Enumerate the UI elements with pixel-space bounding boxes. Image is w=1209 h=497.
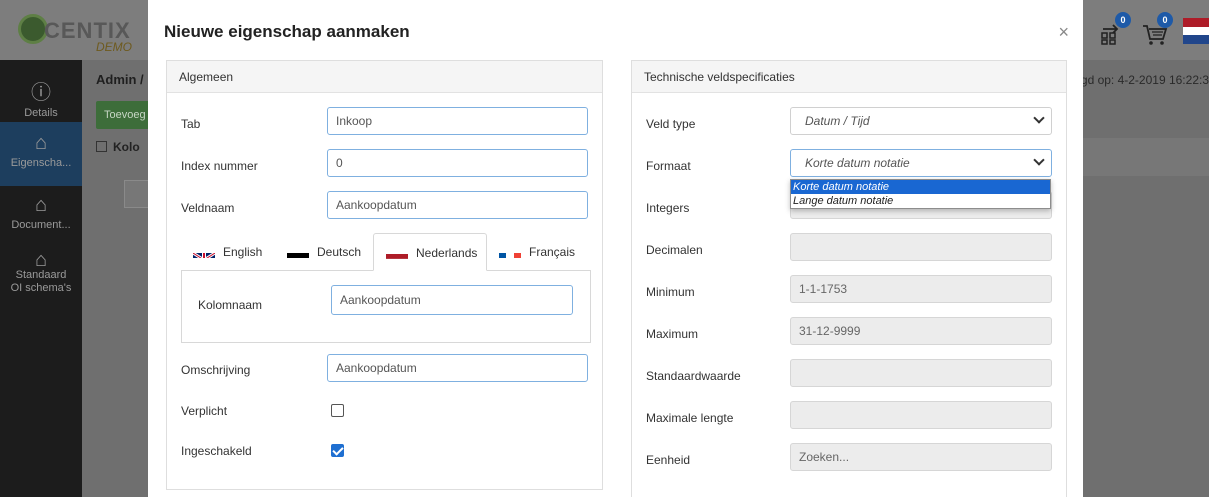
eenheid-search-input[interactable]: Zoeken... bbox=[790, 443, 1052, 471]
technical-panel: Technische veldspecificaties Veld type D… bbox=[631, 60, 1067, 497]
modal-title: Nieuwe eigenschap aanmaken bbox=[164, 22, 410, 41]
breadcrumb[interactable]: Admin / bbox=[96, 72, 144, 87]
column-checkbox[interactable] bbox=[96, 141, 107, 152]
veldnaam-label: Veldnaam bbox=[181, 201, 235, 215]
tab-english-label: English bbox=[223, 245, 263, 259]
add-button[interactable]: Toevoeg bbox=[96, 101, 156, 129]
tab-francais-label: Français bbox=[529, 245, 576, 259]
tab-nederlands-label: Nederlands bbox=[416, 246, 478, 260]
de-flag-icon bbox=[287, 244, 309, 258]
formaat-value: Korte datum notatie bbox=[805, 156, 910, 170]
language-tab-content: Kolomnaam Aankoopdatum bbox=[181, 270, 591, 343]
standaardwaarde-label: Standaardwaarde bbox=[646, 369, 741, 383]
uk-flag-icon bbox=[193, 244, 215, 258]
cart-badge: 0 bbox=[1157, 12, 1173, 28]
formaat-dropdown-list: Korte datum notatie Lange datum notatie bbox=[790, 179, 1051, 209]
index-input[interactable]: 0 bbox=[327, 149, 588, 177]
tab-deutsch[interactable]: Deutsch bbox=[287, 233, 379, 271]
table-header-strip bbox=[1065, 138, 1209, 176]
language-flag-icon[interactable] bbox=[1183, 18, 1209, 44]
tab-deutsch-label: Deutsch bbox=[317, 245, 362, 259]
formaat-option-lange[interactable]: Lange datum notatie bbox=[791, 194, 1050, 208]
sidebar-item-label: Standaard OI schema's bbox=[10, 269, 72, 294]
close-icon[interactable]: × bbox=[1058, 22, 1069, 43]
veldnaam-input[interactable]: Aankoopdatum bbox=[327, 191, 588, 219]
sidebar-item-label: Eigenscha... bbox=[10, 157, 72, 169]
ingeschakeld-label: Ingeschakeld bbox=[181, 444, 252, 458]
chevron-down-icon bbox=[1033, 154, 1045, 166]
tab-nederlands[interactable]: Nederlands bbox=[373, 233, 487, 271]
sidebar-item-standaard-oi[interactable]: ⌂ Standaard OI schema's bbox=[0, 249, 82, 332]
formaat-select[interactable]: Korte datum notatie bbox=[790, 149, 1052, 177]
integers-label: Integers bbox=[646, 201, 690, 215]
column-label: Kolo bbox=[113, 140, 140, 154]
sidebar-item-details[interactable]: ⓘ Details bbox=[0, 70, 82, 122]
scan-badge: 0 bbox=[1115, 12, 1131, 28]
minimum-input: 1-1-1753 bbox=[790, 275, 1052, 303]
decimalen-input bbox=[790, 233, 1052, 261]
maximum-input: 31-12-9999 bbox=[790, 317, 1052, 345]
technical-panel-heading: Technische veldspecificaties bbox=[632, 61, 1066, 93]
tag-icon: ⌂ bbox=[34, 194, 48, 216]
general-panel-heading: Algemeen bbox=[167, 61, 602, 93]
scan-icon[interactable]: 0 bbox=[1099, 12, 1131, 46]
tag-icon: ⌂ bbox=[34, 249, 48, 271]
eenheid-label: Eenheid bbox=[646, 453, 691, 467]
standaardwaarde-input bbox=[790, 359, 1052, 387]
column-checkbox-row[interactable]: Kolo bbox=[96, 140, 140, 154]
maximum-label: Maximum bbox=[646, 327, 699, 341]
sidebar-item-label: Document... bbox=[11, 219, 71, 231]
sidebar-item-documenten[interactable]: ⌂ Document... bbox=[0, 192, 82, 242]
omschrijving-input[interactable]: Aankoopdatum bbox=[327, 354, 588, 382]
formaat-option-korte[interactable]: Korte datum notatie bbox=[791, 180, 1050, 194]
maxlengte-label: Maximale lengte bbox=[646, 411, 734, 425]
app-logo[interactable]: CENTIX DEMO bbox=[18, 10, 138, 54]
cart-icon[interactable]: 0 bbox=[1141, 12, 1173, 46]
tab-label: Tab bbox=[181, 117, 201, 131]
index-label: Index nummer bbox=[181, 159, 258, 173]
kolomnaam-label: Kolomnaam bbox=[198, 298, 263, 312]
verplicht-label: Verplicht bbox=[181, 404, 228, 418]
language-tabs: English Deutsch Nederlands Français bbox=[181, 233, 591, 271]
decimalen-label: Decimalen bbox=[646, 243, 703, 257]
minimum-label: Minimum bbox=[646, 285, 695, 299]
tab-francais[interactable]: Français bbox=[499, 233, 591, 271]
veldtype-value: Datum / Tijd bbox=[805, 114, 870, 128]
maxlengte-input bbox=[790, 401, 1052, 429]
app-sidebar: ⓘ Details ⌂ Eigenscha... ⌂ Document... ⌂… bbox=[0, 60, 82, 497]
logo-demo-label: DEMO bbox=[96, 40, 132, 54]
general-panel: Algemeen Tab Inkoop Index nummer 0 Veldn… bbox=[166, 60, 603, 490]
fr-flag-icon bbox=[499, 244, 521, 258]
formaat-label: Formaat bbox=[646, 159, 691, 173]
tab-input[interactable]: Inkoop bbox=[327, 107, 588, 135]
tab-english[interactable]: English bbox=[193, 233, 289, 271]
kolomnaam-input[interactable]: Aankoopdatum bbox=[331, 285, 573, 315]
last-updated-text: gd op: 4-2-2019 16:22:3 bbox=[1080, 73, 1209, 87]
sidebar-item-eigenschappen[interactable]: ⌂ Eigenscha... bbox=[0, 122, 82, 186]
chevron-down-icon bbox=[1033, 112, 1045, 124]
sidebar-item-label: Details bbox=[24, 107, 58, 119]
new-property-modal: Nieuwe eigenschap aanmaken × Algemeen Ta… bbox=[148, 0, 1083, 497]
veldtype-label: Veld type bbox=[646, 117, 696, 131]
ingeschakeld-checkbox[interactable] bbox=[331, 444, 344, 457]
nl-flag-icon bbox=[386, 245, 408, 259]
tag-icon: ⌂ bbox=[34, 132, 48, 154]
omschrijving-label: Omschrijving bbox=[181, 363, 251, 377]
verplicht-checkbox[interactable] bbox=[331, 404, 344, 417]
info-icon: ⓘ bbox=[31, 82, 51, 104]
veldtype-select[interactable]: Datum / Tijd bbox=[790, 107, 1052, 135]
